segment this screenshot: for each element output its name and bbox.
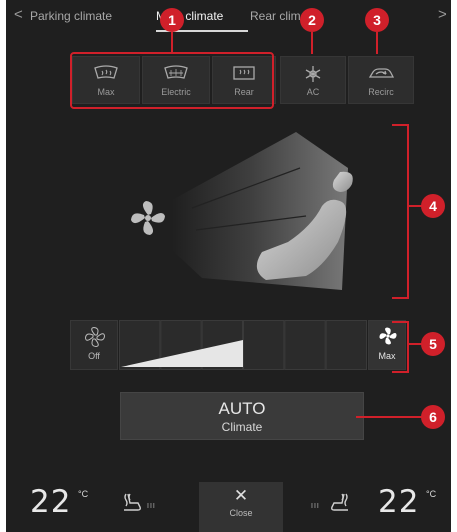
callout-badge-2: 2 (300, 8, 324, 32)
callout-badge-4: 4 (421, 194, 445, 218)
callout-badge-5: 5 (421, 332, 445, 356)
callout-badge-3: 3 (365, 8, 389, 32)
callout-lines (171, 32, 422, 418)
callout-badge-1: 1 (160, 8, 184, 32)
callout-badge-6: 6 (421, 405, 445, 429)
